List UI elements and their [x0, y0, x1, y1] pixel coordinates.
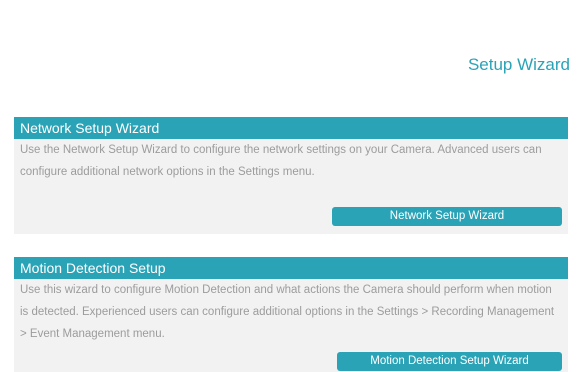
network-setup-description: Use the Network Setup Wizard to configur… [20, 144, 542, 178]
page-title: Setup Wizard [467, 55, 570, 74]
network-setup-wizard-button[interactable]: Network Setup Wizard [332, 207, 562, 226]
network-setup-header: Network Setup Wizard [14, 117, 568, 139]
motion-detection-wizard-button[interactable]: Motion Detection Setup Wizard [337, 352, 562, 371]
motion-detection-description: Use this wizard to configure Motion Dete… [20, 284, 555, 340]
motion-detection-header: Motion Detection Setup [14, 257, 568, 279]
motion-detection-panel: Motion Detection Setup Use this wizard t… [14, 257, 568, 372]
network-setup-panel: Network Setup Wizard Use the Network Set… [14, 117, 568, 234]
